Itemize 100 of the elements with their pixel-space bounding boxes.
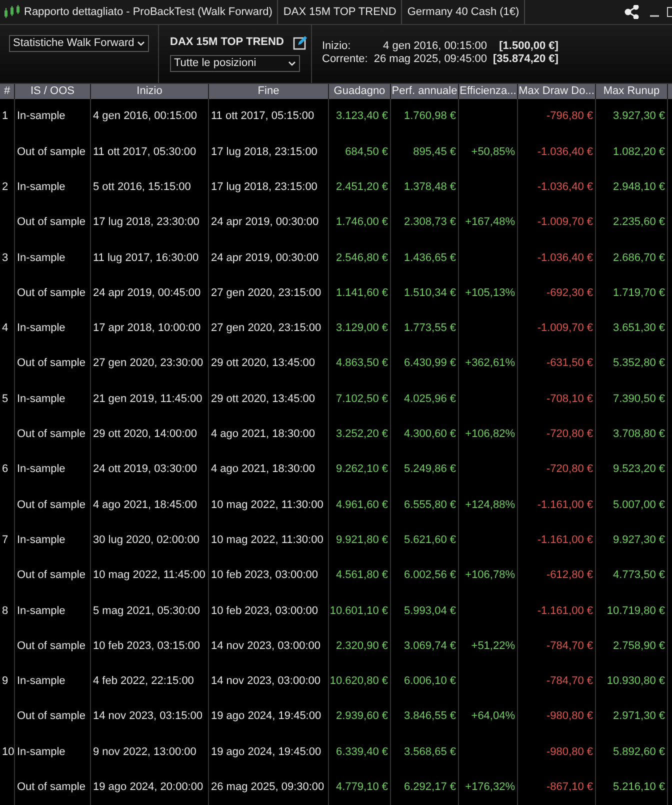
column-header[interactable]: Max Runup bbox=[596, 84, 668, 99]
window-tab[interactable]: DAX 15M TOP TREND bbox=[278, 0, 402, 24]
table-cell-text: 3.708,80 € bbox=[613, 427, 665, 442]
table-cell-text: -796,80 € bbox=[546, 109, 593, 124]
table-cell-text: 10 mag 2022, 11:30:00 bbox=[211, 532, 324, 548]
table-cell-text: In-sample bbox=[17, 321, 66, 336]
table-cell-text: 26 mag 2025, 09:30:00 bbox=[211, 780, 324, 796]
column-header[interactable]: Guadagno bbox=[329, 84, 391, 99]
table-cell-text: 5 mag 2021, 05:30:00 bbox=[93, 604, 200, 619]
candlestick-icon bbox=[4, 5, 20, 19]
table-cell-text: +51,22% bbox=[471, 638, 515, 654]
table-cell-text: 9.927,30 € bbox=[613, 532, 665, 548]
window-tab[interactable]: Germany 40 Cash (1€) bbox=[402, 0, 526, 24]
table-cell-text: 4.863,50 € bbox=[336, 356, 388, 372]
table-cell-text: 1.436,65 € bbox=[404, 250, 456, 266]
table-cell-text: 1.760,98 € bbox=[404, 109, 456, 124]
table-cell-text: 10 mag 2022, 11:45:00 bbox=[93, 568, 206, 584]
table-cell-text: 6.002,56 € bbox=[404, 568, 456, 584]
table-cell-text: 5 bbox=[2, 392, 8, 407]
table-cell-text: 10 feb 2023, 03:00:00 bbox=[211, 604, 318, 619]
table-cell-text: -1.161,00 € bbox=[537, 604, 593, 619]
table-cell-text: 3.568,65 € bbox=[404, 744, 456, 760]
table-cell-text: 5 ott 2016, 15:15:00 bbox=[93, 180, 191, 195]
table-cell-text: Out of sample bbox=[17, 427, 86, 442]
table-cell-text: 9.523,20 € bbox=[613, 462, 665, 478]
table-cell-text: 24 apr 2019, 00:30:00 bbox=[211, 215, 319, 230]
table-cell-text: 1.141,60 € bbox=[336, 286, 388, 301]
table-cell-text: 14 nov 2023, 03:15:00 bbox=[93, 709, 202, 724]
table-cell-text: -1.036,40 € bbox=[537, 180, 593, 195]
table-cell-text: 24 apr 2019, 00:30:00 bbox=[211, 250, 319, 266]
table-cell-text: 5.352,80 € bbox=[613, 356, 665, 372]
table-cell-text: Out of sample bbox=[17, 780, 86, 796]
report-dropdown[interactable]: Statistiche Walk Forward bbox=[9, 35, 150, 52]
table-cell-text: 10 mag 2022, 11:30:00 bbox=[211, 498, 324, 513]
table-cell-text: 5.216,10 € bbox=[613, 780, 665, 796]
table-cell-text: Out of sample bbox=[17, 638, 86, 654]
table-cell-text: 5.249,86 € bbox=[404, 462, 456, 478]
table-cell-text: 17 lug 2018, 23:15:00 bbox=[211, 144, 318, 160]
table-cell-text: 19 ago 2024, 19:45:00 bbox=[211, 709, 322, 724]
table-cell-text: Out of sample bbox=[17, 215, 86, 230]
table-cell-text: 5.007,00 € bbox=[613, 498, 665, 513]
maximize-icon[interactable] bbox=[667, 7, 672, 17]
table-cell-text: -1.036,40 € bbox=[537, 250, 593, 266]
table-cell-text: 2.451,20 € bbox=[336, 180, 388, 195]
table-cell-text: -784,70 € bbox=[546, 638, 593, 654]
column-header[interactable]: Fine bbox=[209, 84, 329, 99]
table-cell-text: +64,04% bbox=[471, 709, 515, 724]
table-cell-text: 2.686,70 € bbox=[613, 250, 665, 266]
table-cell-text: 4 gen 2016, 00:15:00 bbox=[93, 109, 197, 124]
table-cell-text: 3 bbox=[2, 250, 8, 266]
table-cell-text: 4.561,80 € bbox=[336, 568, 388, 584]
table-cell-text: -784,70 € bbox=[546, 674, 593, 690]
table-cell-text: In-sample bbox=[17, 462, 66, 478]
table-cell-text: 3.129,00 € bbox=[336, 321, 388, 336]
column-header[interactable]: Efficienza... bbox=[459, 84, 518, 99]
caret-icon bbox=[137, 41, 146, 46]
table-cell-text: 24 ott 2019, 03:30:00 bbox=[93, 462, 197, 478]
table-cell-text: In-sample bbox=[17, 180, 66, 195]
table-cell-text: -612,80 € bbox=[546, 568, 593, 584]
summary-date: 26 mag 2025, 09:45:00 bbox=[374, 53, 488, 66]
table-cell-text: 2.948,10 € bbox=[613, 180, 665, 195]
column-header[interactable]: IS / OOS bbox=[15, 84, 91, 99]
table-cell-text: 1.746,00 € bbox=[336, 215, 388, 230]
table-cell-text: 9 nov 2022, 13:00:00 bbox=[93, 744, 196, 760]
table-cell-text: 10 feb 2023, 03:15:00 bbox=[93, 638, 200, 654]
column-header[interactable]: # bbox=[0, 84, 15, 99]
summary-value: [1.500,00 €] bbox=[498, 40, 558, 53]
table-cell-text: 4 bbox=[2, 321, 8, 336]
table-cell-text: In-sample bbox=[17, 250, 66, 266]
table-cell-text: +167,48% bbox=[465, 215, 515, 230]
window-title: Rapporto dettagliato - ProBackTest (Walk Forward) bbox=[24, 0, 278, 24]
table-cell-text: -980,80 € bbox=[546, 744, 593, 760]
table-cell-text: 6.430,99 € bbox=[404, 356, 456, 372]
table-cell-text: 17 lug 2018, 23:30:00 bbox=[93, 215, 200, 230]
table-cell-text: 2.308,73 € bbox=[404, 215, 456, 230]
column-header[interactable]: Perf. annuale bbox=[391, 84, 459, 99]
table-cell-text: In-sample bbox=[17, 109, 66, 124]
table-cell-text: +106,82% bbox=[465, 427, 515, 442]
summary-label: Inizio: bbox=[322, 40, 352, 53]
table-cell-text: 4.961,60 € bbox=[336, 498, 388, 513]
table-cell-text: 11 lug 2017, 16:30:00 bbox=[93, 250, 199, 266]
column-header[interactable]: Max Draw Do... bbox=[518, 84, 596, 99]
column-header[interactable]: Inizio bbox=[91, 84, 209, 99]
table-cell-text: -631,50 € bbox=[546, 356, 593, 372]
positions-dropdown[interactable]: Tutte le posizioni bbox=[170, 54, 300, 72]
table-cell-text: 6 bbox=[2, 462, 8, 478]
table-cell-text: 6.006,10 € bbox=[404, 674, 456, 690]
table-cell-text: -708,10 € bbox=[546, 392, 593, 407]
table-cell-text: 14 nov 2023, 03:00:00 bbox=[211, 674, 320, 690]
table-cell-text: 10 bbox=[2, 744, 14, 760]
table-cell-text: 10.719,80 € bbox=[606, 604, 665, 619]
table-cell-text: 1.510,34 € bbox=[404, 286, 456, 301]
table-cell-text: 2.320,90 € bbox=[336, 638, 388, 654]
edit-icon[interactable] bbox=[292, 34, 308, 50]
table-cell-text: -1.036,40 € bbox=[537, 144, 593, 160]
table-cell-text: In-sample bbox=[17, 744, 66, 760]
summary-value: [35.874,20 €] bbox=[493, 53, 558, 66]
table-cell-text: 9.262,10 € bbox=[336, 462, 388, 478]
table-cell-text: 4 feb 2022, 22:15:00 bbox=[93, 674, 194, 690]
table-cell-text: In-sample bbox=[17, 392, 66, 407]
